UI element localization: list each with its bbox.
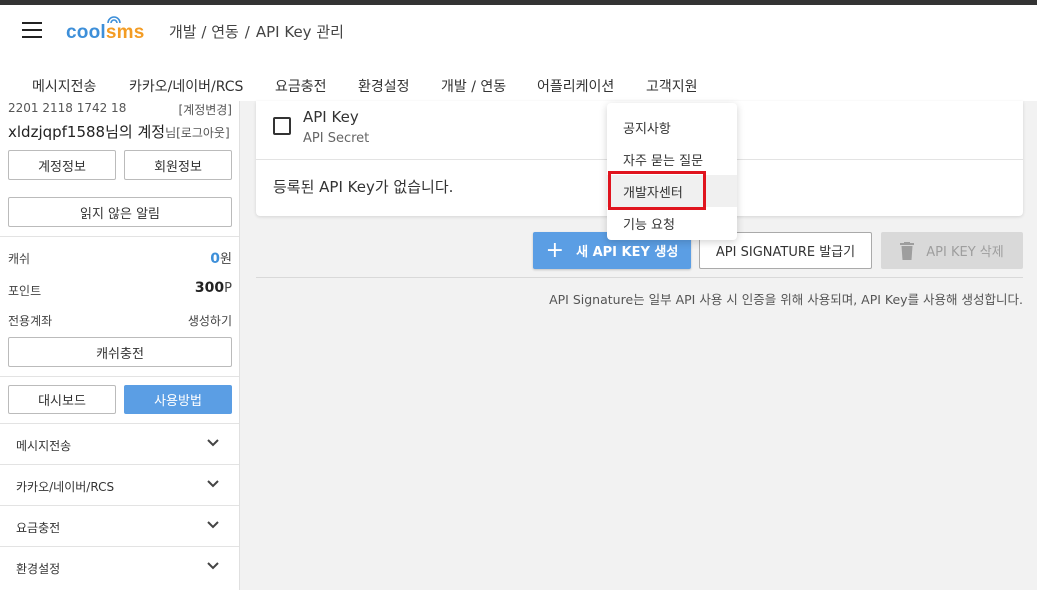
menu-item-feature-request[interactable]: 기능 요청 bbox=[607, 207, 737, 239]
delete-api-key-label: API KEY 삭제 bbox=[926, 245, 1004, 260]
chevron-down-icon bbox=[207, 480, 219, 488]
point-value: 300P bbox=[195, 280, 232, 296]
delete-api-key-button[interactable]: API KEY 삭제 bbox=[881, 232, 1023, 269]
cash-value: 0원 bbox=[210, 248, 232, 267]
signature-note: API Signature는 일부 API 사용 시 인증을 위해 사용되며, … bbox=[549, 292, 1023, 307]
breadcrumb-section[interactable]: 개발 / 연동 bbox=[169, 23, 239, 41]
empty-message: 등록된 API Key가 없습니다. bbox=[273, 178, 454, 196]
nav-item-messages[interactable]: 메시지전송 bbox=[32, 76, 96, 96]
account-info-button[interactable]: 계정정보 bbox=[8, 150, 116, 180]
sidebar-divider bbox=[0, 376, 239, 377]
highlight-box bbox=[608, 171, 706, 210]
trash-icon bbox=[900, 241, 915, 260]
chevron-down-icon bbox=[207, 562, 219, 570]
how-to-button[interactable]: 사용방법 bbox=[124, 385, 232, 414]
account-transfer-label: 전용계좌 bbox=[8, 314, 53, 328]
accordion-kakao[interactable]: 카카오/네이버/RCS bbox=[0, 464, 239, 505]
sidebar: 2201 2118 1742 18 [계정변경] xldzjqpf1588님의 … bbox=[0, 101, 240, 590]
accordion-label: 메시지전송 bbox=[16, 439, 72, 453]
account-transfer-row: 전용계좌 생성하기 bbox=[8, 312, 232, 329]
nav-item-dev[interactable]: 개발 / 연동 bbox=[441, 76, 506, 96]
menu-item-notice[interactable]: 공지사항 bbox=[607, 111, 737, 143]
nav-item-kakao[interactable]: 카카오/네이버/RCS bbox=[129, 76, 243, 96]
charge-cash-button[interactable]: 캐쉬충전 bbox=[8, 337, 232, 367]
column-api-secret: API Secret bbox=[303, 131, 370, 146]
logo-text: coolsms bbox=[66, 22, 145, 44]
cash-label: 캐쉬 bbox=[8, 252, 31, 266]
sidebar-divider bbox=[0, 236, 239, 237]
breadcrumb-separator: / bbox=[244, 23, 250, 41]
accordion-settings[interactable]: 환경설정 bbox=[0, 546, 239, 587]
point-label: 포인트 bbox=[8, 284, 42, 298]
hamburger-menu-icon[interactable] bbox=[22, 22, 42, 38]
nav-item-apps[interactable]: 어플리케이션 bbox=[537, 76, 614, 96]
point-unit: P bbox=[224, 281, 232, 296]
create-account-link[interactable]: 생성하기 bbox=[188, 312, 232, 329]
unread-alerts-button[interactable]: 읽지 않은 알림 bbox=[8, 197, 232, 227]
new-api-key-label: 새 API KEY 생성 bbox=[576, 245, 679, 260]
accordion-label: 환경설정 bbox=[16, 562, 61, 576]
account-name: xldzjqpf1588님의 계정님[로그아웃] bbox=[8, 121, 230, 142]
accordion-label: 요금충전 bbox=[16, 521, 61, 535]
header: coolsms 개발 / 연동 / API Key 관리 메시지전송 카카오/네이버… bbox=[0, 5, 1037, 101]
breadcrumb-current: API Key 관리 bbox=[255, 23, 344, 41]
cash-amount: 0 bbox=[210, 251, 221, 267]
top-navigation: 메시지전송 카카오/네이버/RCS 요금충전 환경설정 개발 / 연동 어플리케… bbox=[0, 76, 760, 100]
logo-sms: sms bbox=[105, 22, 145, 43]
accordion-messages[interactable]: 메시지전송 bbox=[0, 423, 239, 464]
nav-item-settings[interactable]: 환경설정 bbox=[358, 76, 410, 96]
account-id: 2201 2118 1742 18 bbox=[8, 101, 127, 115]
breadcrumb: 개발 / 연동 / API Key 관리 bbox=[169, 21, 350, 42]
account-name-text: xldzjqpf1588님의 계정 bbox=[8, 123, 166, 141]
accordion-label: 카카오/네이버/RCS bbox=[16, 480, 115, 494]
cash-row: 캐쉬 0원 bbox=[8, 250, 232, 267]
plus-icon: + bbox=[545, 237, 565, 263]
cash-unit: 원 bbox=[220, 252, 232, 267]
select-all-checkbox[interactable] bbox=[273, 117, 291, 135]
chevron-down-icon bbox=[207, 521, 219, 529]
point-amount: 300 bbox=[194, 280, 225, 296]
column-api-key: API Key bbox=[303, 108, 359, 126]
main-divider bbox=[256, 277, 1023, 278]
point-row: 포인트 300P bbox=[8, 280, 232, 299]
nav-item-support[interactable]: 고객지원 bbox=[646, 76, 698, 96]
nav-item-charge[interactable]: 요금충전 bbox=[275, 76, 327, 96]
member-info-button[interactable]: 회원정보 bbox=[124, 150, 232, 180]
logo-cool: cool bbox=[66, 22, 106, 43]
chevron-down-icon bbox=[207, 439, 219, 447]
accordion-charge[interactable]: 요금충전 bbox=[0, 505, 239, 546]
logo[interactable]: coolsms bbox=[66, 13, 156, 45]
dashboard-button[interactable]: 대시보드 bbox=[8, 385, 116, 414]
change-account-link[interactable]: [계정변경] bbox=[178, 101, 232, 118]
logout-link[interactable]: 님[로그아웃] bbox=[165, 126, 230, 140]
